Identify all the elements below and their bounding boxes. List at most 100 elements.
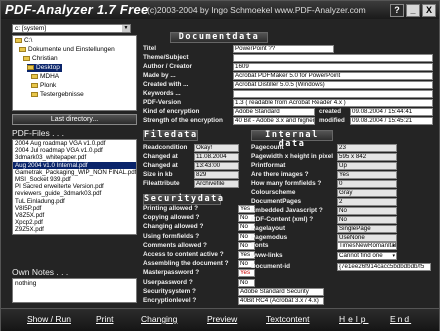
document-id-field[interactable]: {7e1ee26f914cacc5bdbdbdb/f5: [337, 263, 431, 271]
textcontent-button[interactable]: Textcontent: [266, 314, 309, 324]
file-item[interactable]: V8I5P.pdf: [13, 205, 136, 212]
file-item[interactable]: Z9Z5X.pdf: [13, 226, 136, 233]
folder-icon: [19, 46, 26, 52]
internal-value[interactable]: Up: [337, 162, 397, 170]
title-bar[interactable]: PDF-Analyzer 1.7 Free (c)2003-2004 by In…: [1, 1, 439, 19]
file-item[interactable]: 2004 Aug roadmap VGA v1.0.pdf: [13, 140, 136, 147]
folder-item[interactable]: Plonk: [31, 82, 56, 90]
app-window: PDF-Analyzer 1.7 Free (c)2003-2004 by In…: [0, 0, 440, 331]
security-label: Changing allowed ?: [143, 223, 204, 231]
security-value[interactable]: No: [238, 278, 255, 287]
internal-value[interactable]: UseNone: [337, 234, 397, 242]
security-value[interactable]: 40Bit RC4 (Acrobat 3.x / 4.x): [238, 297, 324, 305]
int-row-document-id: Document-id {7e1ee26f914cacc5bdbdbdb/f5: [251, 263, 433, 271]
folder-item[interactable]: C:\: [15, 37, 32, 45]
changed-time-field[interactable]: 13:43:00: [194, 162, 239, 170]
doc-made-by-field[interactable]: Acrobat PDFMaker 5.0 for PowerPoint: [233, 72, 433, 80]
pdf-file-list[interactable]: 2004 Aug roadmap VGA v1.0.pdf 2004 Jul r…: [12, 139, 137, 235]
preview-button[interactable]: Preview: [207, 314, 237, 324]
file-item[interactable]: TuL Einladung.pdf: [13, 198, 136, 205]
file-item[interactable]: reviewers_guide_3dmark03.pdf: [13, 190, 136, 197]
doc-author-field[interactable]: 1609: [233, 63, 433, 71]
chevron-down-icon[interactable]: ▼: [122, 25, 130, 32]
file-item-selected[interactable]: Aug 2004 v1.0 Internal.pdf: [13, 161, 136, 169]
folder-item[interactable]: Testergebnisse: [31, 91, 84, 99]
internal-label: Pagemodus: [251, 234, 288, 241]
modified-datetime-field[interactable]: 09.08.2004 / 15:45:21: [350, 117, 433, 125]
internal-value[interactable]: No: [337, 207, 397, 215]
file-item[interactable]: 2004 Jul roadmap VGA v1.0.pdf: [13, 147, 136, 154]
fonts-dropdown[interactable]: TimesNewRomanItalic: [337, 242, 397, 250]
doc-keywords-field[interactable]: [233, 90, 433, 98]
internal-value[interactable]: Yes: [337, 171, 397, 179]
changed-date-field[interactable]: 11.08.2004: [194, 153, 239, 161]
folder-icon: [31, 73, 38, 79]
drive-select-value: c: [system]: [15, 25, 47, 32]
security-label: Using formfields ?: [143, 232, 200, 240]
security-label: Assembling the document ?: [143, 260, 229, 268]
folder-item[interactable]: Dokumente und Einstellungen: [19, 46, 115, 54]
help-button[interactable]: ?: [390, 4, 404, 17]
app-title: PDF-Analyzer 1.7 Free: [5, 2, 149, 17]
internal-value[interactable]: 0: [337, 180, 397, 188]
fileattribute-field[interactable]: Archivefile: [194, 180, 239, 188]
created-datetime-field[interactable]: 09.08.2004 / 15:44:41: [350, 108, 433, 116]
print-button[interactable]: Print: [96, 314, 113, 324]
folder-item-selected[interactable]: Desktop: [27, 64, 62, 72]
internal-value[interactable]: SinglePage: [337, 225, 397, 233]
file-item[interactable]: Xpcp2.pdf: [13, 219, 136, 226]
internal-value[interactable]: No: [337, 216, 397, 224]
file-item[interactable]: Gametrak_Packaging_WIP_NON FINAL.pdf: [13, 169, 136, 176]
security-label: Securitysystem ?: [143, 287, 196, 295]
links-dropdown[interactable]: Cannot find one: [337, 252, 397, 260]
help-menu-button[interactable]: Help: [339, 314, 368, 324]
folder-item[interactable]: Christian: [23, 55, 58, 63]
close-button[interactable]: X: [422, 4, 436, 17]
internal-row: Are there images ? Yes: [251, 171, 433, 179]
folder-icon: [23, 55, 30, 61]
changing-button[interactable]: Changing: [141, 314, 177, 324]
end-button[interactable]: End: [390, 314, 411, 324]
bottom-toolbar: Show / Run Print Changing Preview Textco…: [1, 308, 439, 331]
minimize-button[interactable]: _: [406, 4, 420, 17]
file-item[interactable]: PI Sacred erweiterte Version.pdf: [13, 183, 136, 190]
folder-item[interactable]: MDHA: [31, 73, 59, 81]
securitydata-header: Securitydata: [143, 194, 225, 205]
internal-value[interactable]: Gray: [337, 189, 397, 197]
doc-row-made-by: Made by ... Acrobat PDFMaker 5.0 for Pow…: [143, 72, 433, 80]
security-row: Userpassword ? No: [143, 278, 293, 287]
file-item[interactable]: MSI_Socket 939.pdf: [13, 176, 136, 183]
show-run-button[interactable]: Show / Run: [27, 314, 71, 324]
modified-label: modified: [319, 117, 345, 124]
int-row-fonts: Fonts TimesNewRomanItalic: [251, 242, 433, 250]
doc-subject-field[interactable]: [233, 54, 433, 62]
doc-row-author: Author / Creator 1609: [143, 63, 433, 71]
encryption-kind-field[interactable]: Adobe Standard: [233, 108, 315, 116]
folder-icon: [15, 37, 22, 43]
internal-label: Pagecount: [251, 144, 284, 151]
readcondition-field[interactable]: Okay!: [194, 144, 239, 152]
internal-row: Colourscheme Gray: [251, 189, 433, 197]
internal-value[interactable]: 595 x 842: [337, 153, 397, 161]
drive-select[interactable]: c: [system] ▼: [12, 24, 131, 33]
doc-pdf-version-field[interactable]: 1.3 ( readable from Acrobat Reader 4.x ): [233, 99, 433, 107]
doc-row-subject: Theme/Subject: [143, 54, 433, 62]
internal-row: DocumentPages 2: [251, 198, 433, 206]
internal-value[interactable]: 23: [337, 144, 397, 152]
size-kb-field[interactable]: 829: [194, 171, 239, 179]
internal-value[interactable]: 2: [337, 198, 397, 206]
doc-created-with-field[interactable]: Acrobat Distiller 5.0.5 (Windows): [233, 81, 433, 89]
encryption-strength-field[interactable]: 40 Bit - Adobe 3.x and higher: [233, 117, 315, 125]
folder-tree[interactable]: C:\ Dokumente und Einstellungen Christia…: [12, 35, 137, 111]
doc-title-field[interactable]: PowerPoint ??: [233, 45, 334, 53]
internal-label: Printformat: [251, 162, 286, 169]
internal-row: Pagemodus UseNone: [251, 234, 433, 242]
own-notes-field[interactable]: nothing: [12, 278, 137, 303]
file-item[interactable]: V8Z5X.pdf: [13, 212, 136, 219]
documentdata-header: Documentdata: [170, 32, 268, 43]
last-directory-button[interactable]: Last directory...: [12, 114, 137, 125]
internaldata-header: Internal data: [251, 130, 333, 149]
security-value[interactable]: Adobe Standard Security: [238, 287, 324, 296]
folder-open-icon: [27, 64, 34, 70]
file-item[interactable]: 3dmark03_whitepaper.pdf: [13, 154, 136, 161]
